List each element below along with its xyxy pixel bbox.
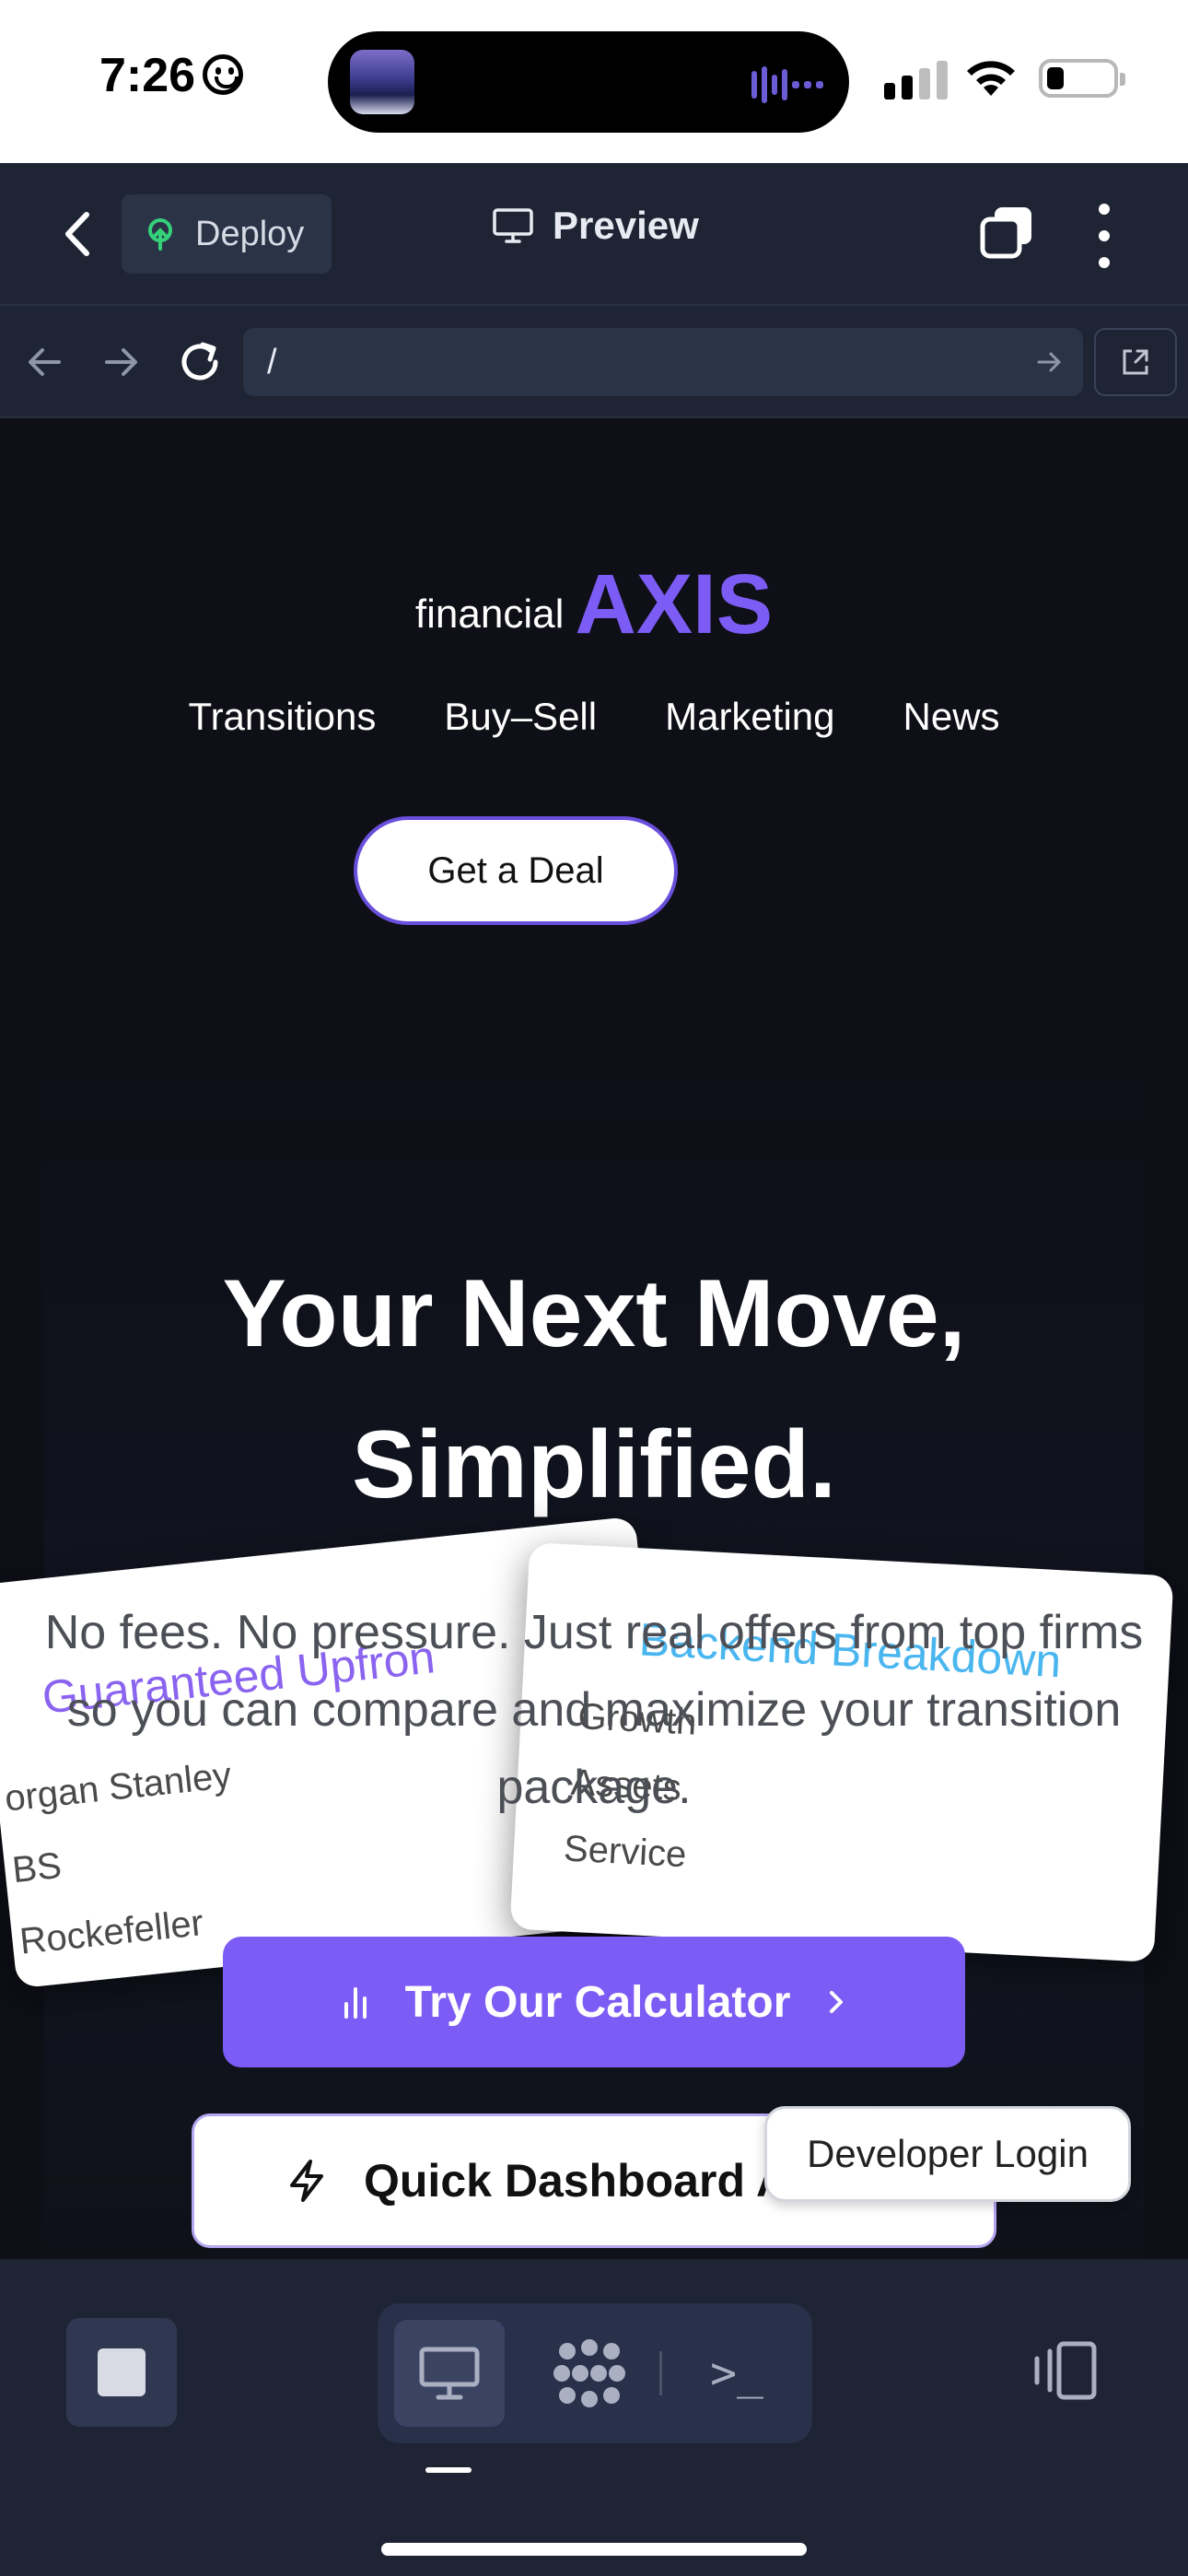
card-right-item: Service bbox=[562, 1828, 688, 1876]
monitor-icon bbox=[493, 208, 533, 243]
brand-big-text: AXIS bbox=[575, 557, 774, 651]
go-arrow-icon[interactable] bbox=[1035, 348, 1063, 376]
wifi-icon bbox=[967, 61, 1015, 96]
reload-icon[interactable] bbox=[175, 337, 225, 387]
active-view-indicator bbox=[425, 2467, 472, 2473]
site-nav: Transitions Buy–Sell Marketing News bbox=[0, 695, 1188, 739]
dynamic-island[interactable] bbox=[328, 31, 849, 133]
device-toggle-icon[interactable] bbox=[1030, 2338, 1098, 2403]
status-time-text: 7:26 bbox=[99, 49, 196, 102]
tabs-icon[interactable] bbox=[980, 205, 1033, 259]
url-text: / bbox=[267, 343, 277, 381]
bottom-toolbar: >_ bbox=[0, 2259, 1188, 2576]
developer-login-button[interactable]: Developer Login bbox=[764, 2106, 1131, 2202]
chevron-right-icon bbox=[830, 1991, 844, 2013]
browser-url-row: / bbox=[0, 306, 1188, 418]
browser-forward-icon[interactable] bbox=[96, 337, 146, 387]
monitor-icon bbox=[419, 2347, 480, 2400]
stop-button[interactable] bbox=[66, 2318, 177, 2427]
nav-link-transitions[interactable]: Transitions bbox=[188, 695, 376, 739]
site-preview: financial AXIS Transitions Buy–Sell Marke… bbox=[0, 418, 1188, 2259]
more-options-icon[interactable] bbox=[1094, 204, 1114, 268]
now-playing-artwork bbox=[350, 50, 414, 114]
terminal-icon: >_ bbox=[710, 2348, 763, 2399]
external-link-icon bbox=[1123, 349, 1148, 375]
preview-title: Preview bbox=[492, 204, 699, 248]
preview-label: Preview bbox=[553, 204, 699, 247]
cellular-signal-icon bbox=[884, 61, 948, 100]
card-left-item: BS bbox=[10, 1844, 64, 1891]
get-a-deal-button[interactable]: Get a Deal bbox=[354, 816, 678, 925]
home-indicator[interactable] bbox=[381, 2543, 807, 2556]
battery-icon bbox=[1039, 59, 1125, 98]
card-left-item: Rockefeller bbox=[17, 1903, 205, 1962]
app-header: Deploy Preview bbox=[0, 163, 1188, 306]
dashboard-button-label: Quick Dashboard A bbox=[364, 2155, 790, 2207]
audio-wave-icon bbox=[751, 66, 823, 103]
back-chevron-icon[interactable] bbox=[52, 204, 107, 264]
smiley-icon bbox=[203, 54, 244, 95]
try-calculator-button[interactable]: Try Our Calculator bbox=[223, 1937, 965, 2067]
status-bar: 7:26 bbox=[0, 0, 1188, 163]
calc-button-label: Try Our Calculator bbox=[404, 1977, 791, 2027]
headline-line-1: Your Next Move, bbox=[222, 1260, 966, 1367]
terminal-view-button[interactable]: >_ bbox=[681, 2320, 792, 2427]
segment-divider bbox=[659, 2351, 662, 2395]
brand-logo[interactable]: financial AXIS bbox=[0, 556, 1188, 653]
url-input[interactable]: / bbox=[243, 328, 1083, 396]
deploy-button[interactable]: Deploy bbox=[122, 194, 332, 274]
brand-small-text: financial bbox=[414, 591, 565, 637]
deploy-label: Deploy bbox=[195, 214, 305, 253]
deploy-icon bbox=[148, 218, 172, 251]
open-external-button[interactable] bbox=[1094, 328, 1177, 396]
hero-headline: Your Next Move, Simplified. bbox=[0, 1238, 1188, 1540]
status-time: 7:26 bbox=[99, 48, 244, 103]
view-switcher: >_ bbox=[378, 2303, 812, 2443]
headline-line-2: Simplified. bbox=[352, 1411, 836, 1518]
bar-chart-icon bbox=[344, 1987, 367, 2019]
apps-grid-icon bbox=[553, 2339, 625, 2407]
preview-view-button[interactable] bbox=[394, 2320, 505, 2427]
browser-back-icon[interactable] bbox=[20, 337, 70, 387]
lightning-icon bbox=[290, 2160, 323, 2202]
stop-icon bbox=[98, 2348, 146, 2396]
nav-link-marketing[interactable]: Marketing bbox=[665, 695, 834, 739]
nav-link-buy-sell[interactable]: Buy–Sell bbox=[444, 695, 597, 739]
hero-subtext: No fees. No pressure. Just real offers f… bbox=[44, 1606, 1144, 1814]
nav-link-news[interactable]: News bbox=[903, 695, 1000, 739]
apps-view-button[interactable] bbox=[534, 2320, 645, 2427]
